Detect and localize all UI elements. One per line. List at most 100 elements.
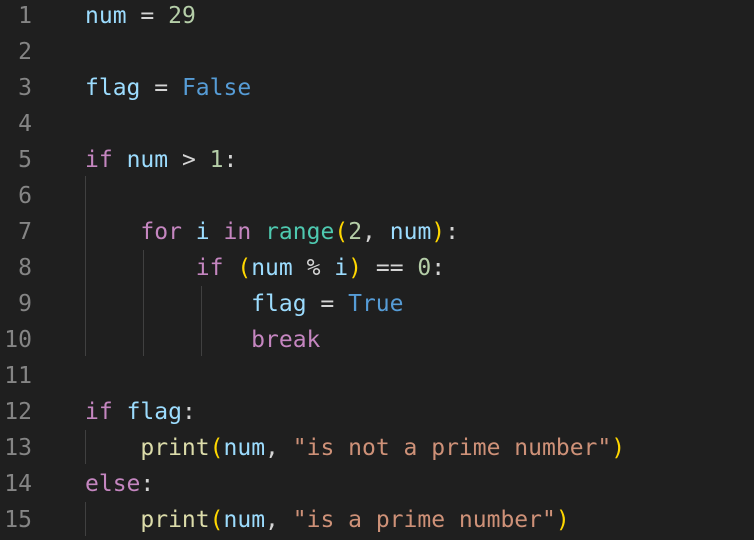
line-number: 11: [4, 363, 32, 389]
code-line[interactable]: 7 for i in range(2, num):: [0, 214, 754, 250]
code-token: num: [389, 219, 432, 245]
line-code: print(num, "is a prime number"): [85, 502, 569, 538]
line-code: for i in range(2, num):: [85, 214, 459, 250]
code-line[interactable]: 14 else:: [0, 466, 754, 502]
code-token: "is not a prime number": [292, 435, 612, 461]
code-token: num: [223, 507, 266, 533]
code-token: %: [292, 255, 335, 281]
code-token: in: [223, 219, 252, 245]
code-token: print: [140, 507, 210, 533]
code-token: (: [209, 435, 224, 461]
line-code: flag = False: [85, 70, 251, 106]
line-number: 5: [18, 147, 32, 173]
line-number: 15: [4, 507, 32, 533]
code-token: num: [251, 255, 293, 281]
code-token: False: [181, 75, 252, 101]
code-line[interactable]: 12 if flag:: [0, 394, 754, 430]
code-token: (: [209, 507, 224, 533]
code-line[interactable]: 4: [0, 106, 754, 142]
line-code: if (num % i) == 0:: [85, 250, 445, 286]
code-line[interactable]: 10 break: [0, 322, 754, 358]
code-token: if: [85, 147, 113, 173]
line-number: 13: [4, 435, 32, 461]
code-line[interactable]: 11: [0, 358, 754, 394]
code-token: =: [306, 291, 349, 317]
code-token: i: [195, 219, 210, 245]
code-token: ): [348, 255, 363, 281]
code-token: else: [85, 471, 141, 497]
code-token: print: [140, 435, 210, 461]
line-code: print(num, "is not a prime number"): [85, 430, 625, 466]
code-token: "is a prime number": [292, 507, 556, 533]
code-token: num: [85, 3, 127, 29]
code-token: 29: [168, 3, 196, 29]
code-token: =: [126, 3, 169, 29]
code-token: if: [85, 399, 113, 425]
line-code: else:: [85, 466, 154, 502]
code-line[interactable]: 8 if (num % i) == 0:: [0, 250, 754, 286]
code-token: if: [195, 255, 224, 281]
line-number: 2: [18, 39, 32, 65]
code-token: flag: [251, 291, 307, 317]
code-token: True: [348, 291, 404, 317]
code-token: num: [223, 435, 266, 461]
code-token: range: [265, 219, 335, 245]
code-token: ,: [265, 435, 293, 461]
line-code: if num > 1:: [85, 142, 237, 178]
line-code: if flag:: [85, 394, 196, 430]
line-number: 4: [18, 111, 32, 137]
code-token: :: [140, 471, 155, 497]
code-line[interactable]: 13 print(num, "is not a prime number"): [0, 430, 754, 466]
line-number: 3: [18, 75, 32, 101]
code-line[interactable]: 6: [0, 178, 754, 214]
code-line[interactable]: 1 num = 29: [0, 0, 754, 34]
code-token: flag: [126, 399, 182, 425]
line-number: 6: [18, 183, 32, 209]
code-token: ==: [362, 255, 418, 281]
line-code: num = 29: [85, 0, 196, 34]
code-token: (: [237, 255, 252, 281]
line-number: 1: [18, 3, 32, 29]
code-line[interactable]: 3 flag = False: [0, 70, 754, 106]
code-token: :: [181, 399, 196, 425]
code-token: (: [334, 219, 349, 245]
code-line[interactable]: 5 if num > 1:: [0, 142, 754, 178]
code-token: 0: [417, 255, 432, 281]
code-token: 1: [209, 147, 224, 173]
line-code: flag = True: [85, 286, 404, 322]
code-token: flag: [85, 75, 141, 101]
code-line[interactable]: 9 flag = True: [0, 286, 754, 322]
code-line[interactable]: 2: [0, 34, 754, 70]
code-token: =: [140, 75, 182, 101]
code-line[interactable]: 15 print(num, "is a prime number"): [0, 502, 754, 538]
line-number: 12: [4, 399, 32, 425]
line-number: 10: [4, 327, 32, 353]
code-token: break: [251, 327, 321, 353]
code-token: for: [140, 219, 182, 245]
code-token: num: [126, 147, 169, 173]
code-token: ,: [265, 507, 293, 533]
line-number: 8: [18, 255, 32, 281]
code-token: :: [431, 255, 446, 281]
code-token: 2: [348, 219, 363, 245]
code-token: :: [223, 147, 238, 173]
code-token: ,: [362, 219, 390, 245]
line-number: 9: [18, 291, 32, 317]
code-editor[interactable]: 1 num = 29 2 3 flag = False 4 5 if num > 1: 6 7 f…: [0, 0, 754, 540]
code-token: :: [445, 219, 460, 245]
code-token: ): [611, 435, 626, 461]
code-token: i: [334, 255, 349, 281]
code-token: >: [168, 147, 210, 173]
